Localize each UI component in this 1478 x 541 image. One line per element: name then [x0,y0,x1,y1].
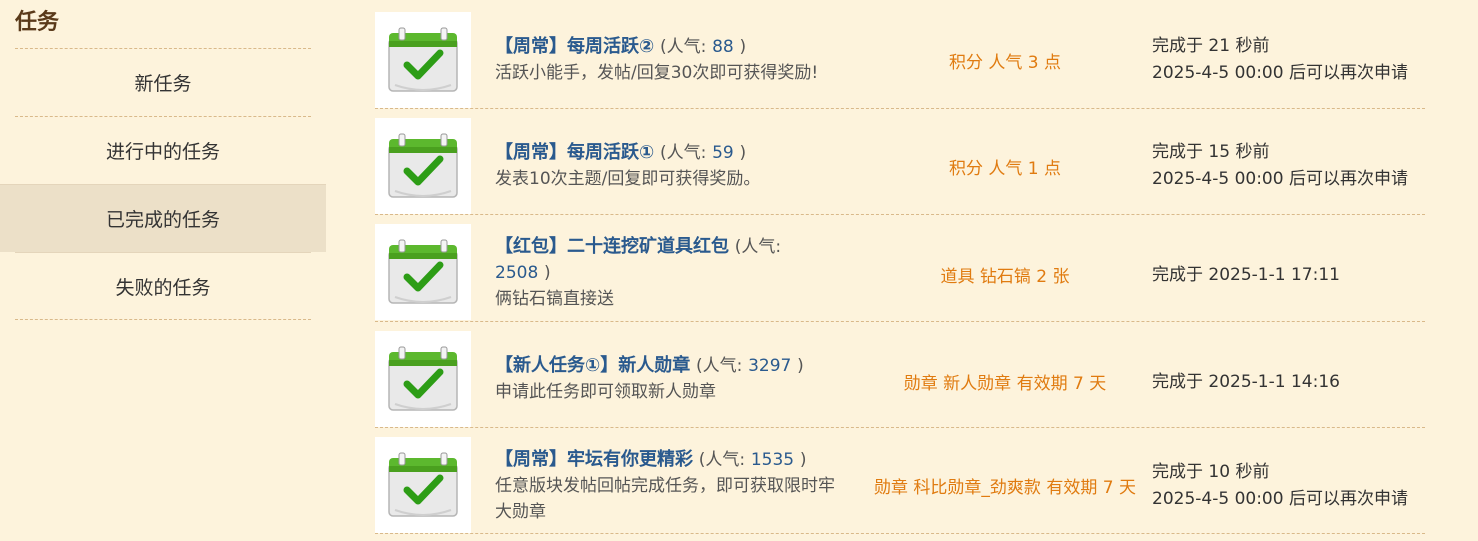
task-main: 【新人任务①】新人勋章 (人气: 3297 ) 申请此任务即可领取新人勋章 [495,353,850,405]
popularity-label-open: (人气: [734,237,782,257]
popularity-label-open: (人气: [659,37,707,57]
sidebar: 任务 新任务 进行中的任务 已完成的任务 失败的任务 [0,0,326,541]
task-description: 任意版块发帖回帖完成任务，即可获取限时牢大勋章 [495,476,835,522]
task-status: 完成于 15 秒前 2025-4-5 00:00 后可以再次申请 [1152,139,1442,193]
task-title-link[interactable]: 【红包】二十连挖矿道具红包 [495,236,729,257]
task-title-link[interactable]: 【周常】牢坛有你更精彩 [495,449,693,470]
sidebar-title: 任务 [15,10,60,35]
task-reward: 勋章 新人勋章 有效期 7 天 [903,374,1107,394]
task-icon [375,331,471,427]
task-reapply-time: 2025-4-5 00:00 后可以再次申请 [1152,169,1408,189]
popularity-value: 2508 [495,263,539,283]
task-status: 完成于 21 秒前 2025-4-5 00:00 后可以再次申请 [1152,33,1442,87]
task-reward: 积分 人气 1 点 [948,159,1062,179]
page: 任务 新任务 进行中的任务 已完成的任务 失败的任务 【周常】每周活跃② (人气… [0,0,1478,541]
task-main: 【周常】牢坛有你更精彩 (人气: 1535 ) 任意版块发帖回帖完成任务，即可获… [495,447,845,525]
task-title-link[interactable]: 【周常】每周活跃① [495,142,654,163]
task-main: 【周常】每周活跃① (人气: 59 ) 发表10次主题/回复即可获得奖励。 [495,140,850,192]
popularity-label-close: ) [739,37,747,57]
sidebar-item-completed-tasks[interactable]: 已完成的任务 [0,184,326,252]
task-completed-time: 完成于 10 秒前 [1152,462,1270,482]
task-status: 完成于 10 秒前 2025-4-5 00:00 后可以再次申请 [1152,459,1442,513]
popularity-label-close: ) [797,356,804,376]
sidebar-item-new-tasks[interactable]: 新任务 [15,48,311,116]
popularity-label-close: ) [799,450,807,470]
task-description: 俩钻石镐直接送 [495,289,614,309]
task-icon [375,224,471,320]
popularity-label-close: ) [739,143,747,163]
sidebar-item-label: 进行中的任务 [105,141,220,163]
task-reward: 勋章 科比勋章_劲爽款 有效期 7 天 [874,478,1136,498]
task-description: 发表10次主题/回复即可获得奖励。 [495,169,761,189]
task-list: 【周常】每周活跃② (人气: 88 ) 活跃小能手，发帖/回复30次即可获得奖励… [375,12,1425,541]
task-reward: 积分 人气 3 点 [948,53,1062,73]
sidebar-item-label: 失败的任务 [115,276,211,299]
popularity-value: 88 [712,37,734,57]
popularity-label-open: (人气: [698,450,746,470]
task-title-link[interactable]: 【周常】每周活跃② [495,36,654,57]
task-description: 活跃小能手，发帖/回复30次即可获得奖励! [495,63,819,83]
task-title-link[interactable]: 【新人任务①】新人勋章 [495,355,690,376]
task-completed-time: 完成于 2025-1-1 17:11 [1152,265,1340,285]
sidebar-item-label: 新任务 [134,73,192,95]
sidebar-item-label: 已完成的任务 [105,209,220,231]
task-row: 【周常】牢坛有你更精彩 (人气: 1535 ) 任意版块发帖回帖完成任务，即可获… [375,437,1425,534]
task-reapply-time: 2025-4-5 00:00 后可以再次申请 [1152,63,1408,83]
calendar-check-icon [388,239,458,304]
task-row: 【周常】每周活跃② (人气: 88 ) 活跃小能手，发帖/回复30次即可获得奖励… [375,12,1425,109]
calendar-check-icon [388,27,458,92]
task-completed-time: 完成于 2025-1-1 14:16 [1152,372,1340,392]
popularity-label-close: ) [544,263,551,283]
task-description: 申请此任务即可领取新人勋章 [495,382,716,402]
calendar-check-icon [388,452,458,517]
task-icon [375,437,471,533]
popularity-value: 1535 [750,450,795,470]
calendar-check-icon [388,133,458,198]
task-main: 【周常】每周活跃② (人气: 88 ) 活跃小能手，发帖/回复30次即可获得奖励… [495,34,850,86]
popularity-label-open: (人气: [695,356,743,376]
sidebar-item-in-progress-tasks[interactable]: 进行中的任务 [15,116,311,184]
task-row: 【周常】每周活跃① (人气: 59 ) 发表10次主题/回复即可获得奖励。 积分… [375,118,1425,215]
task-reward: 道具 钻石镐 2 张 [940,267,1070,287]
task-row: 【红包】二十连挖矿道具红包 (人气: 2508 ) 俩钻石镐直接送 道具 钻石镐… [375,224,1425,322]
task-status: 完成于 2025-1-1 14:16 [1152,369,1442,396]
task-icon [375,12,471,108]
sidebar-menu: 新任务 进行中的任务 已完成的任务 失败的任务 [0,48,326,320]
task-reapply-time: 2025-4-5 00:00 后可以再次申请 [1152,489,1408,509]
task-row: 【新人任务①】新人勋章 (人气: 3297 ) 申请此任务即可领取新人勋章 勋章… [375,331,1425,428]
task-icon [375,118,471,214]
task-status: 完成于 2025-1-1 17:11 [1152,262,1442,289]
task-completed-time: 完成于 15 秒前 [1152,142,1270,162]
calendar-check-icon [388,346,458,411]
sidebar-item-failed-tasks[interactable]: 失败的任务 [15,252,311,320]
popularity-value: 3297 [748,356,792,376]
task-main: 【红包】二十连挖矿道具红包 (人气: 2508 ) 俩钻石镐直接送 [495,234,830,312]
popularity-value: 59 [712,143,734,163]
task-completed-time: 完成于 21 秒前 [1152,36,1270,56]
popularity-label-open: (人气: [659,143,707,163]
